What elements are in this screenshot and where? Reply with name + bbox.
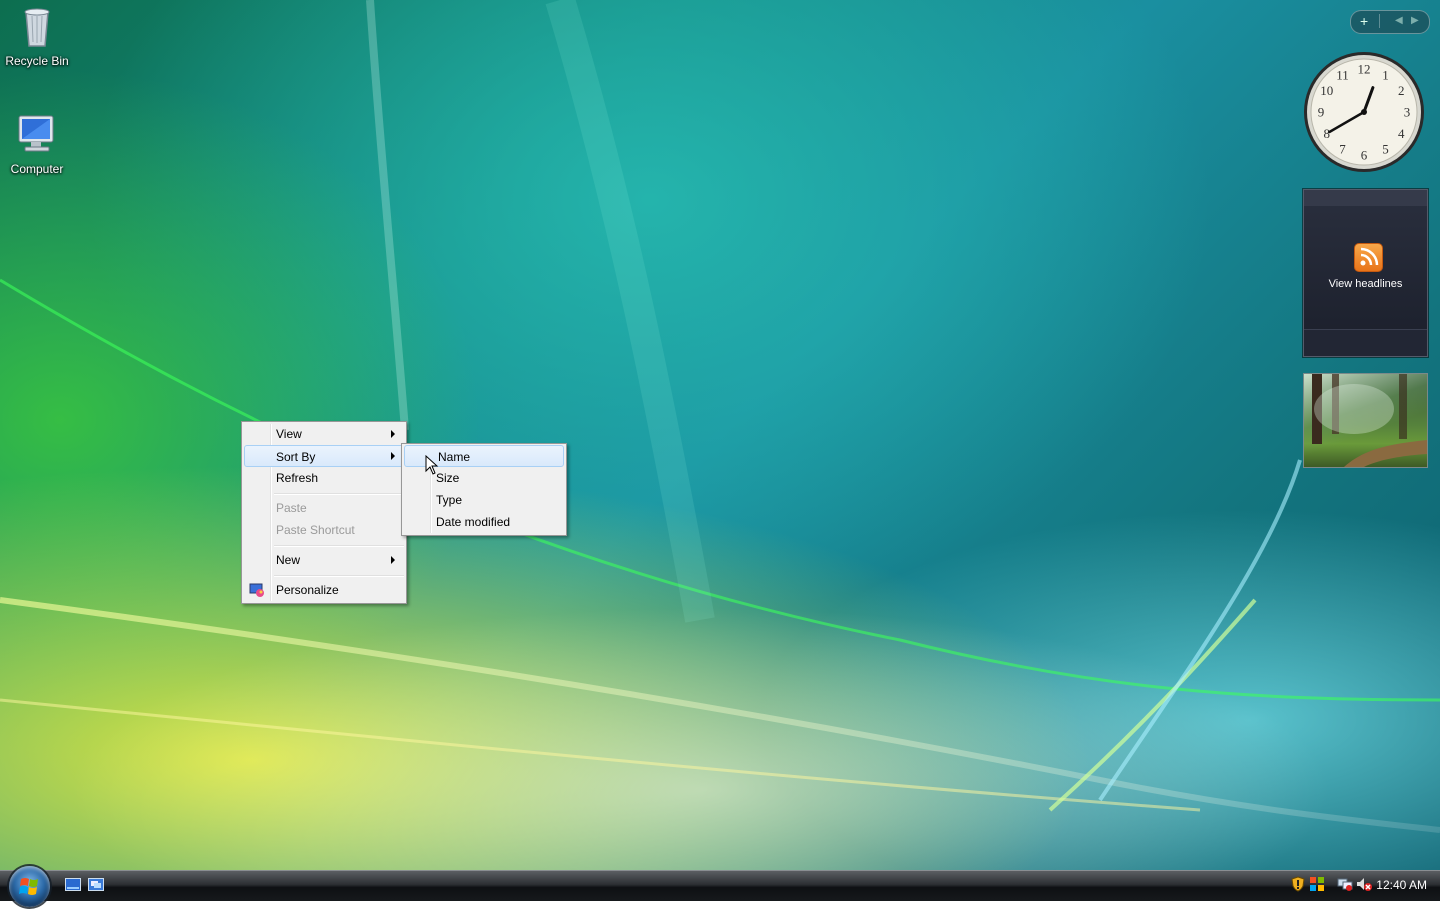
show-desktop-icon[interactable]: [65, 878, 81, 892]
clock-numeral: 2: [1398, 83, 1405, 98]
wallpaper-streaks: [0, 0, 1440, 833]
chevron-left-icon[interactable]: ◀: [1395, 15, 1403, 26]
clock-numeral: 9: [1318, 105, 1325, 120]
sort-option-date-modified[interactable]: Date modified: [404, 511, 564, 533]
menu-separator: [274, 493, 404, 495]
personalize-icon: [249, 582, 265, 598]
view-headlines-link[interactable]: View headlines: [1304, 278, 1427, 290]
switch-windows-icon[interactable]: [88, 878, 104, 892]
clock-numeral: 6: [1361, 148, 1368, 163]
windows-logo-icon: [19, 878, 38, 895]
taskbar-clock[interactable]: 12:40 AM: [1376, 878, 1427, 892]
security-shield-icon[interactable]: [1290, 876, 1306, 892]
desktop[interactable]: Recycle Bin Computer + ◀ ▶ 12 1 2 3 4 5 6 7 8 9 10…: [0, 0, 1440, 870]
clock-gadget[interactable]: 12 1 2 3 4 5 6 7 8 9 10 11: [1302, 50, 1426, 174]
sidebar-gadget-toolbar: + ◀ ▶: [1350, 10, 1430, 34]
menu-item-refresh[interactable]: Refresh: [244, 467, 404, 489]
mouse-cursor-icon: [425, 455, 439, 475]
clock-numeral: 11: [1336, 67, 1349, 82]
submenu-arrow-icon: [391, 430, 395, 438]
submenu-arrow-icon: [391, 556, 395, 564]
desktop-icon-recycle-bin[interactable]: Recycle Bin: [0, 2, 74, 68]
clock-numeral: 7: [1339, 142, 1346, 157]
desktop-icon-computer[interactable]: Computer: [0, 110, 74, 176]
clock-numeral: 3: [1404, 105, 1411, 120]
menu-item-new[interactable]: New: [244, 549, 404, 571]
menu-item-personalize[interactable]: Personalize: [244, 579, 404, 601]
clock-numeral: 4: [1398, 126, 1405, 141]
desktop-context-menu: View Sort By Refresh Paste Paste Shortcu…: [241, 421, 407, 604]
sort-option-type[interactable]: Type: [404, 489, 564, 511]
desktop-icon-label: Computer: [10, 162, 64, 176]
chevron-right-icon[interactable]: ▶: [1411, 15, 1419, 26]
desktop-icon-label: Recycle Bin: [5, 54, 69, 68]
taskbar: [0, 870, 1440, 901]
clock-numeral: 12: [1358, 62, 1371, 77]
feed-headlines-gadget[interactable]: View headlines: [1303, 189, 1428, 357]
volume-muted-icon[interactable]: [1356, 876, 1372, 892]
recycle-bin-icon: [13, 2, 61, 50]
menu-item-sort-by[interactable]: Sort By: [244, 445, 404, 467]
network-icon[interactable]: [1337, 876, 1353, 892]
plus-icon[interactable]: +: [1360, 13, 1368, 29]
clock-numeral: 1: [1382, 67, 1389, 82]
slideshow-gadget[interactable]: [1303, 373, 1428, 468]
windows-flag-icon[interactable]: [1309, 876, 1325, 892]
forest-photo: [1312, 374, 1427, 467]
clock-numeral: 5: [1382, 142, 1389, 157]
menu-separator: [274, 575, 404, 577]
submenu-arrow-icon: [391, 452, 395, 460]
rss-icon: [1354, 243, 1383, 272]
menu-separator: [274, 545, 404, 547]
menu-item-paste[interactable]: Paste: [244, 497, 404, 519]
menu-item-paste-shortcut[interactable]: Paste Shortcut: [244, 519, 404, 541]
menu-item-view[interactable]: View: [244, 423, 404, 445]
computer-icon: [13, 110, 61, 158]
clock-numeral: 10: [1320, 83, 1333, 98]
clock-numeral: 8: [1324, 126, 1331, 141]
start-button[interactable]: [9, 866, 50, 907]
